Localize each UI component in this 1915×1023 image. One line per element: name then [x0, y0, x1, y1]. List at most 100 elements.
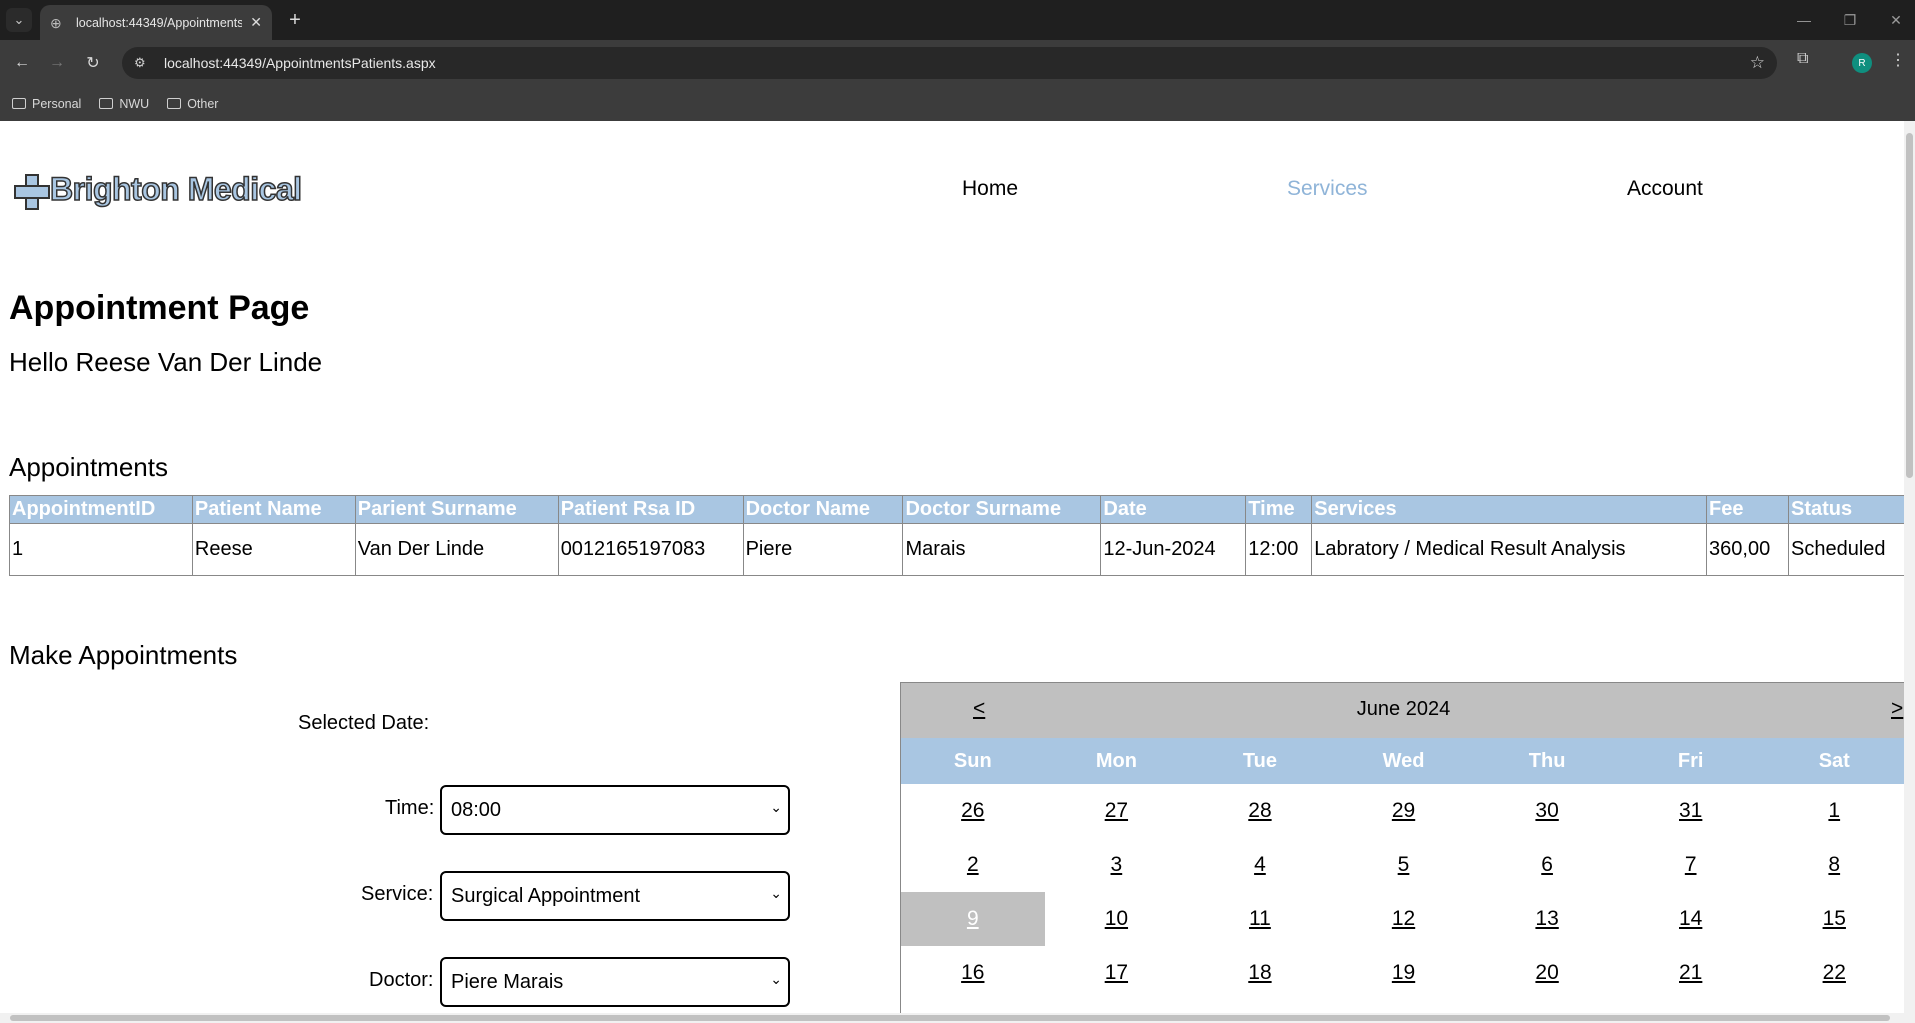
cell-status: Scheduled — [1787, 523, 1904, 576]
cell-time: 12:00 — [1245, 523, 1313, 576]
weekday-label: Mon — [1095, 750, 1137, 772]
nav-account[interactable]: Account — [1627, 177, 1703, 201]
bookmark-folder[interactable]: Other — [167, 97, 218, 111]
calendar-header: < June 2024 > — [901, 683, 1904, 738]
chevron-down-icon: ⌄ — [770, 971, 782, 987]
column-header: Fee — [1706, 495, 1789, 524]
calendar-day-selected[interactable]: 9 — [901, 892, 1045, 946]
column-header: Doctor Name — [742, 495, 904, 524]
folder-icon — [167, 98, 182, 109]
new-tab-button[interactable]: + — [282, 8, 308, 32]
doctor-select-value: Piere Marais — [451, 970, 564, 993]
time-select[interactable]: 08:00 ⌄ — [440, 785, 790, 835]
calendar-day[interactable]: 29 — [1332, 784, 1476, 838]
calendar-day[interactable]: 11 — [1188, 892, 1332, 946]
restore-icon[interactable]: ❐ — [1832, 8, 1868, 32]
calendar-day[interactable]: 26 — [901, 784, 1045, 838]
calendar-day[interactable]: 8 — [1762, 838, 1904, 892]
bookmarks-bar: Personal NWU Other — [0, 86, 1915, 121]
column-header: AppointmentID — [9, 495, 193, 524]
doctor-select[interactable]: Piere Marais ⌄ — [440, 957, 790, 1007]
column-header: Date — [1100, 495, 1247, 524]
calendar-day[interactable]: 3 — [1045, 838, 1189, 892]
site-logo[interactable]: Brighton Medical — [14, 170, 303, 210]
reload-icon[interactable]: ↻ — [80, 50, 106, 76]
site-info-icon[interactable]: ⚙ — [134, 55, 154, 71]
window-close-icon[interactable]: ✕ — [1878, 8, 1914, 32]
service-select[interactable]: Surgical Appointment ⌄ — [440, 871, 790, 921]
browser-tab[interactable]: ⊕ localhost:44349/AppointmentsPatients.a… — [40, 5, 272, 40]
calendar-day[interactable]: 30 — [1475, 784, 1619, 838]
calendar-month-title: June 2024 — [1356, 698, 1451, 720]
calendar-day[interactable]: 7 — [1619, 838, 1763, 892]
calendar-day[interactable]: 6 — [1475, 838, 1619, 892]
time-select-value: 08:00 — [451, 798, 502, 821]
doctor-label: Doctor: — [369, 969, 434, 991]
bookmark-folder[interactable]: Personal — [12, 97, 81, 111]
calendar-day[interactable]: 2 — [901, 838, 1045, 892]
cell-fee: 360,00 — [1706, 523, 1789, 576]
calendar-day[interactable]: 20 — [1475, 946, 1619, 1000]
profile-avatar[interactable]: R — [1852, 53, 1872, 73]
calendar-day[interactable]: 14 — [1619, 892, 1763, 946]
calendar-day[interactable]: 27 — [1045, 784, 1189, 838]
address-bar[interactable]: ⚙ localhost:44349/AppointmentsPatients.a… — [122, 47, 1777, 79]
calendar-day[interactable]: 19 — [1332, 946, 1476, 1000]
calendar-day[interactable]: 22 — [1762, 946, 1904, 1000]
calendar-day[interactable]: 15 — [1762, 892, 1904, 946]
calendar-next-month[interactable]: > — [1891, 697, 1903, 721]
nav-services[interactable]: Services — [1287, 177, 1368, 201]
browser-toolbar: ← → ↻ ⚙ localhost:44349/AppointmentsPati… — [0, 40, 1915, 86]
vertical-scrollbar[interactable] — [1904, 121, 1915, 1013]
forward-icon[interactable]: → — [44, 50, 70, 76]
bookmark-folder[interactable]: NWU — [99, 97, 149, 111]
column-header: Status — [1787, 495, 1904, 524]
tab-title: localhost:44349/AppointmentsPatients.asp… — [76, 15, 243, 30]
column-header: Parient Surname — [354, 495, 559, 524]
calendar-day[interactable]: 31 — [1619, 784, 1763, 838]
calendar-day[interactable]: 18 — [1188, 946, 1332, 1000]
chevron-down-icon: ⌄ — [770, 799, 782, 815]
make-appointments-heading: Make Appointments — [9, 640, 238, 670]
calendar-day[interactable]: 1 — [1762, 784, 1904, 838]
service-label: Service: — [361, 883, 434, 905]
appointments-table: AppointmentID Patient Name Parient Surna… — [9, 495, 1904, 576]
calendar-day[interactable]: 28 — [1188, 784, 1332, 838]
horizontal-scrollbar[interactable] — [0, 1013, 1915, 1023]
cell-doctor-name: Piere — [742, 523, 904, 576]
bookmark-star-icon[interactable]: ☆ — [1750, 53, 1765, 73]
calendar-week: 26 27 28 29 30 31 1 — [901, 784, 1904, 838]
table-header-row: AppointmentID Patient Name Parient Surna… — [9, 495, 1904, 524]
scrollbar-thumb[interactable] — [1906, 133, 1913, 478]
tab-strip: ⌄ ⊕ localhost:44349/AppointmentsPatients… — [0, 0, 1915, 40]
calendar-day[interactable]: 21 — [1619, 946, 1763, 1000]
time-label: Time: — [385, 797, 435, 819]
close-icon[interactable]: ✕ — [250, 14, 262, 31]
calendar-day[interactable]: 4 — [1188, 838, 1332, 892]
column-header: Patient Name — [191, 495, 356, 524]
nav-home[interactable]: Home — [962, 177, 1018, 201]
calendar-day[interactable]: 5 — [1332, 838, 1476, 892]
scrollbar-thumb[interactable] — [10, 1015, 1890, 1021]
calendar-day[interactable]: 12 — [1332, 892, 1476, 946]
calendar-day[interactable]: 10 — [1045, 892, 1189, 946]
cell-appointment-id: 1 — [9, 523, 193, 576]
appointment-calendar: < June 2024 > Sun Mon Tue Wed Thu Fri Sa… — [900, 682, 1904, 1013]
brand-name: Brighton Medical — [49, 170, 303, 208]
cell-doctor-surname: Marais — [902, 523, 1102, 576]
cell-rsa-id: 0012165197083 — [557, 523, 744, 576]
calendar-day[interactable]: 16 — [901, 946, 1045, 1000]
cell-services: Labratory / Medical Result Analysis — [1311, 523, 1708, 576]
folder-icon — [99, 98, 114, 109]
weekday-label: Sat — [1818, 750, 1850, 772]
back-icon[interactable]: ← — [9, 50, 35, 76]
menu-icon[interactable]: ⋮ — [1890, 50, 1906, 70]
browser-chrome: ⌄ ⊕ localhost:44349/AppointmentsPatients… — [0, 0, 1915, 121]
extensions-icon[interactable]: ⧉ — [1797, 50, 1808, 68]
calendar-day[interactable]: 13 — [1475, 892, 1619, 946]
calendar-day[interactable]: 17 — [1045, 946, 1189, 1000]
minimize-icon[interactable]: — — [1786, 8, 1822, 32]
calendar-week: 9 10 11 12 13 14 15 — [901, 892, 1904, 946]
tab-search-icon[interactable]: ⌄ — [6, 8, 32, 32]
page-title: Appointment Page — [9, 289, 310, 327]
